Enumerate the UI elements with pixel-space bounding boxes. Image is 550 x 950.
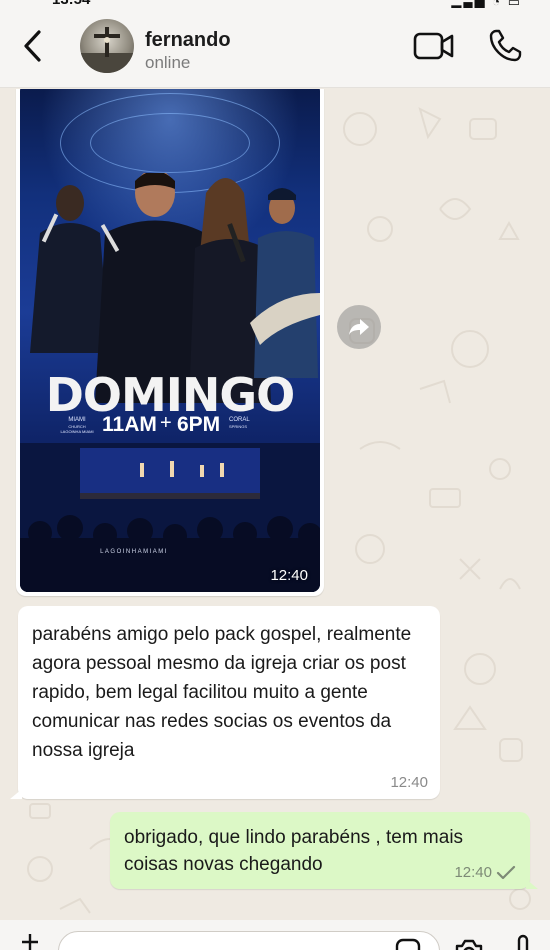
voice-call-button[interactable] [487,28,523,64]
forward-arrow-icon [349,319,369,335]
plus-icon[interactable] [22,934,38,950]
poster-location-left: MIAMI CHURCH LAGOINHA MIAMI [60,417,94,434]
avatar-image [80,27,134,73]
chevron-left-icon [24,30,41,62]
poster-footer: LAGOINHAMIAMI [100,549,168,555]
poster-separator: + [160,412,172,434]
poster-times: MIAMI CHURCH LAGOINHA MIAMI 11AM + 6PM C… [20,412,320,443]
poster-location-right-sub: SPRINGS [229,424,248,429]
incoming-message-bubble[interactable]: parabéns amigo pelo pack gospel, realmen… [10,606,440,799]
video-call-button[interactable] [413,30,455,62]
contact-status: online [145,53,191,72]
system-status-icons: ▂▄▆ ◔ ▭ [451,0,522,8]
bubble-tail [526,879,538,889]
sticker-icon[interactable] [395,938,421,950]
chat-header: fernando online [0,8,550,88]
bubble-tail [10,789,22,799]
video-camera-icon [413,32,454,60]
poster-location-left-sub: CHURCH LAGOINHA MIAMI [60,424,94,434]
forward-button[interactable] [337,305,381,349]
message-time: 12:40 [270,567,308,584]
message-time: 12:40 [390,774,428,791]
outgoing-message-bubble[interactable]: obrigado, que lindo parabéns , tem mais … [110,812,538,889]
message-meta: 12:40 [454,864,516,881]
message-time: 12:40 [454,864,492,881]
chat-area[interactable]: DOMINGO MIAMI CHURCH LAGOINHA MIAMI 11AM… [0,89,550,920]
status-time: 13:54 [52,0,90,8]
phone-icon [489,29,522,62]
poster-time-left: 11AM [102,413,157,436]
event-poster-image[interactable]: DOMINGO MIAMI CHURCH LAGOINHA MIAMI 11AM… [20,89,320,592]
back-button[interactable] [14,26,50,66]
stage-ring [90,113,250,173]
message-composer-bar [0,920,550,950]
message-text: parabéns amigo pelo pack gospel, realmen… [32,624,412,761]
microphone-icon[interactable] [514,934,532,950]
single-check-icon [496,865,516,879]
avatar[interactable] [80,19,134,73]
poster-location-right-name: CORAL [229,417,250,423]
camera-icon[interactable] [454,938,484,950]
poster-location-left-name: MIAMI [68,417,86,423]
image-message-bubble[interactable]: DOMINGO MIAMI CHURCH LAGOINHA MIAMI 11AM… [16,89,324,596]
contact-name[interactable]: fernando [145,29,231,52]
message-input[interactable] [58,931,440,950]
poster-time-right: 6PM [177,413,221,436]
poster-location-right: CORAL SPRINGS [229,417,279,429]
status-bar: 13:54 ▂▄▆ ◔ ▭ [0,0,550,8]
